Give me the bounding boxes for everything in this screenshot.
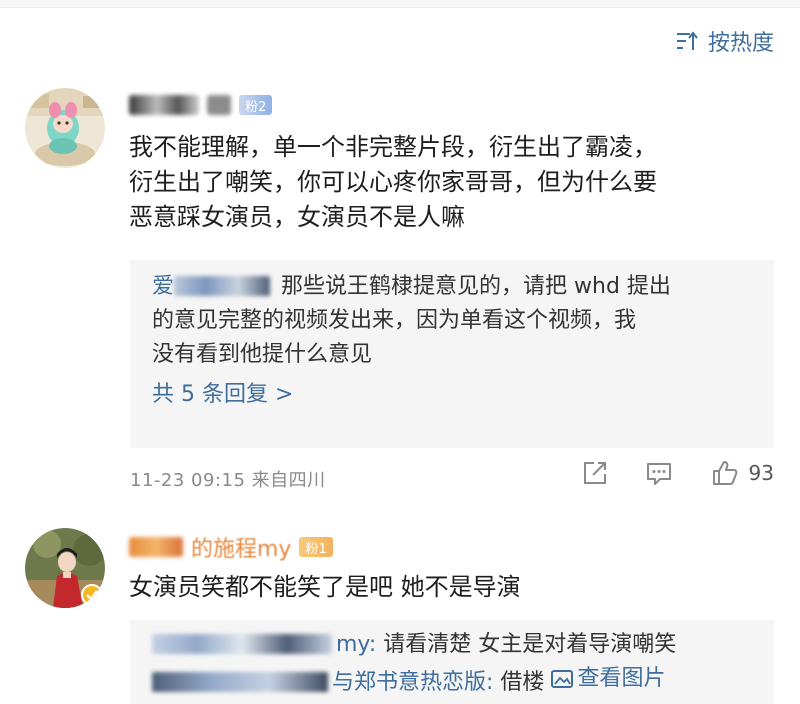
- view-more-replies-link[interactable]: 共 5 条回复 >: [152, 376, 752, 414]
- comment-line: 恶意踩女演员，女演员不是人嘛: [129, 203, 465, 231]
- comment-bubble-icon: [646, 463, 671, 485]
- reply-text: 的意见完整的视频发出来，因为单看这个视频，我: [152, 308, 637, 333]
- like-count: 93: [748, 461, 774, 485]
- cartoon-avatar-image: [25, 88, 105, 168]
- sort-label: 按热度: [707, 31, 774, 56]
- comment-meta: 11-23 09:15 来自四川: [130, 470, 326, 491]
- verified-badge-icon: [81, 584, 103, 606]
- sort-by-hot-button[interactable]: 按热度: [676, 25, 774, 57]
- reply-text: 请看清楚 女主是对着导演嘲笑: [383, 632, 677, 657]
- username-row[interactable]: 的施程my 粉1: [129, 531, 333, 563]
- comment-line: 衍生出了嘲笑，你可以心疼你家哥哥，但为什么要: [129, 168, 657, 196]
- reply-item: 与郑书意热恋版: 借楼 查看图片: [152, 662, 752, 700]
- fan-badge: 粉2: [239, 95, 273, 115]
- reply-item: my: 请看清楚 女主是对着导演嘲笑: [152, 628, 752, 662]
- reply-username[interactable]: 爱: [152, 274, 281, 299]
- reply-item: 爱 那些说王鹤棣提意见的，请把 whd 提出: [152, 270, 752, 304]
- avatar[interactable]: [25, 88, 105, 168]
- comment-text: 女演员笑都不能笑了是吧 她不是导演: [129, 570, 769, 605]
- comment-line: 我不能理解，单一个非完整片段，衍生出了霸凌，: [129, 133, 657, 161]
- image-icon: [551, 670, 574, 688]
- share-icon: [583, 462, 606, 484]
- reply-username[interactable]: my:: [152, 632, 383, 657]
- reply-button[interactable]: [645, 459, 673, 487]
- username-redacted[interactable]: [129, 95, 199, 115]
- view-image-link[interactable]: 查看图片: [551, 662, 665, 696]
- username-visible-part[interactable]: 的施程my: [191, 531, 291, 563]
- avatar[interactable]: [25, 528, 105, 608]
- reply-username[interactable]: 与郑书意热恋版:: [152, 670, 500, 695]
- fan-badge: 粉1: [299, 537, 333, 557]
- replies-box[interactable]: 爱 那些说王鹤棣提意见的，请把 whd 提出 的意见完整的视频发出来，因为单看这…: [130, 260, 774, 448]
- share-button[interactable]: [581, 459, 609, 487]
- like-button[interactable]: 93: [711, 459, 774, 487]
- reply-text: 借楼: [500, 670, 545, 695]
- username-row[interactable]: 粉2: [129, 92, 273, 118]
- reply-text: 那些说王鹤棣提意见的，请把 whd 提出: [281, 274, 671, 299]
- username-redacted-end: [207, 95, 231, 115]
- top-divider: [0, 0, 800, 8]
- reply-text: 没有看到他提什么意见: [152, 342, 373, 367]
- thumbs-up-icon: [712, 461, 737, 485]
- comment-actions: 93: [581, 459, 774, 487]
- replies-box[interactable]: my: 请看清楚 女主是对着导演嘲笑 与郑书意热恋版: 借楼 查看图片: [130, 620, 774, 704]
- sort-lines-icon: [676, 31, 698, 50]
- comment-line: 女演员笑都不能笑了是吧 她不是导演: [129, 573, 521, 601]
- username-redacted[interactable]: [129, 537, 183, 557]
- comment-text: 我不能理解，单一个非完整片段，衍生出了霸凌， 衍生出了嘲笑，你可以心疼你家哥哥，…: [129, 130, 769, 235]
